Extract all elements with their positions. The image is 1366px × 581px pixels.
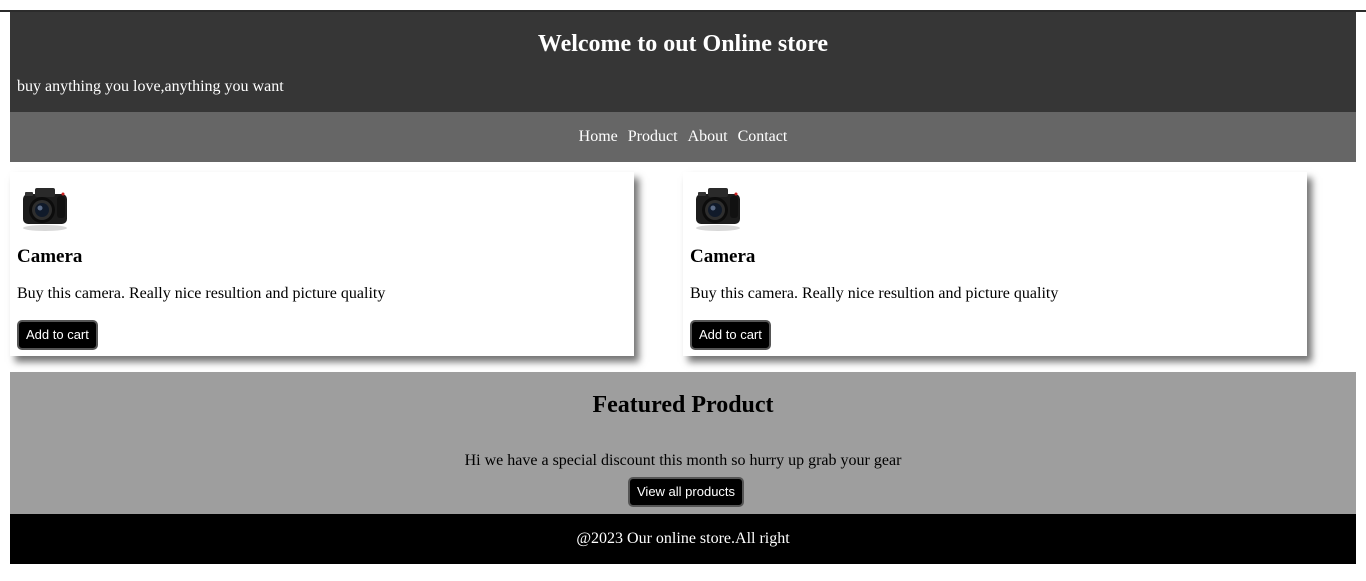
- view-all-products-button[interactable]: View all products: [628, 477, 745, 507]
- add-to-cart-button[interactable]: Add to cart: [17, 320, 98, 350]
- nav-item-product[interactable]: Product: [628, 128, 678, 146]
- site-title: Welcome to out Online store: [537, 31, 829, 57]
- featured-heading: Featured Product: [592, 392, 774, 418]
- camera-icon: [23, 188, 67, 231]
- product-card: Camera Buy this camera. Really nice resu…: [683, 172, 1307, 356]
- nav-item-contact[interactable]: Contact: [738, 128, 788, 146]
- add-to-cart-button[interactable]: Add to cart: [690, 320, 771, 350]
- product-title: Camera: [690, 246, 756, 267]
- product-title: Camera: [17, 246, 83, 267]
- product-description: Buy this camera. Really nice resultion a…: [17, 285, 386, 302]
- site-header: Welcome to out Online store buy anything…: [10, 12, 1356, 112]
- nav-item-home[interactable]: Home: [579, 128, 618, 146]
- product-card: Camera Buy this camera. Really nice resu…: [10, 172, 634, 356]
- featured-section: Featured Product Hi we have a special di…: [10, 372, 1356, 514]
- nav-item-about[interactable]: About: [688, 128, 728, 146]
- site-footer: @2023 Our online store.All right: [10, 514, 1356, 564]
- footer-text: @2023 Our online store.All right: [576, 530, 790, 547]
- featured-text: Hi we have a special discount this month…: [464, 452, 902, 469]
- main-nav: Home Product About Contact: [10, 112, 1356, 162]
- page: Welcome to out Online store buy anything…: [0, 0, 1366, 581]
- product-description: Buy this camera. Really nice resultion a…: [690, 285, 1059, 302]
- camera-icon: [696, 188, 740, 231]
- site-tagline: buy anything you love,anything you want: [17, 78, 284, 95]
